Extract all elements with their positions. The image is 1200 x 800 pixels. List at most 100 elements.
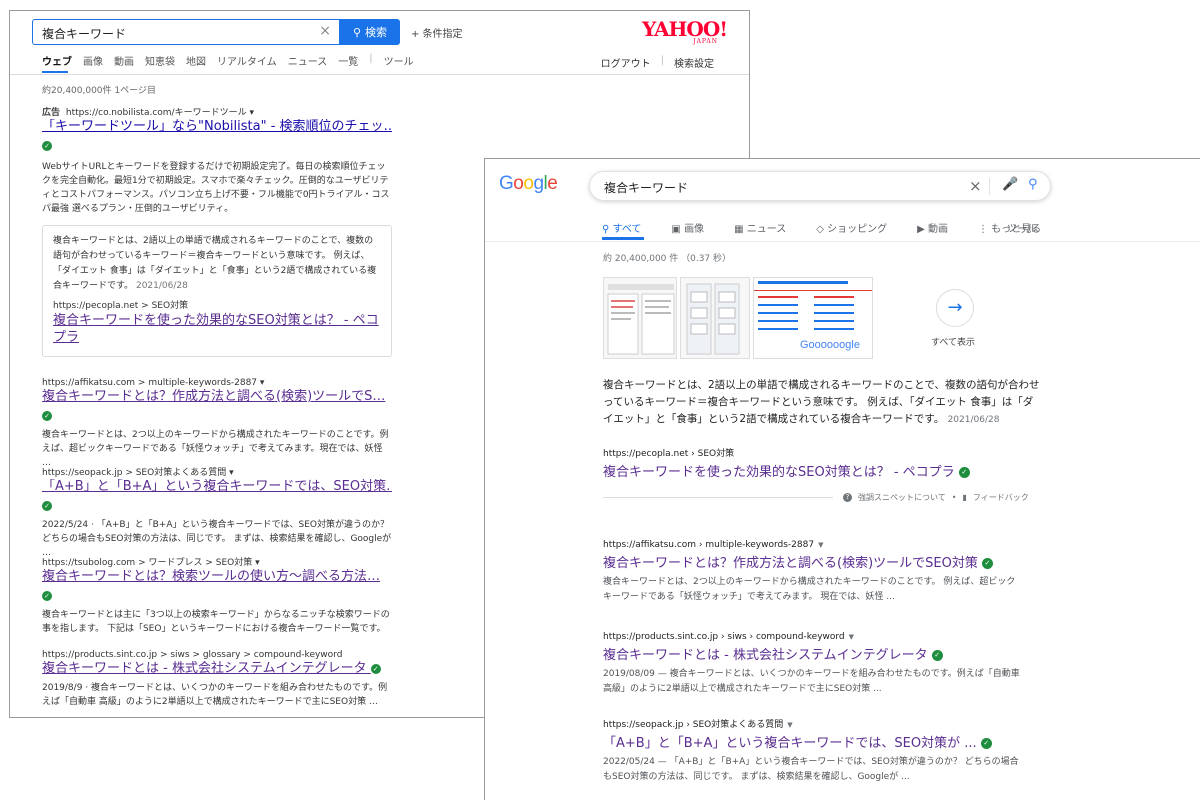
result-description: 複合キーワードとは、2つ以上のキーワードから構成されたキーワードのことです。例え… <box>42 430 389 468</box>
search-settings-link[interactable]: 検索設定 <box>674 55 714 70</box>
verified-check-icon: ✓ <box>370 663 381 674</box>
chevron-down-icon[interactable]: ▼ <box>818 541 823 549</box>
yahoo-search-input[interactable]: 複合キーワード × <box>32 19 340 45</box>
tab-news-label: ニュース <box>746 224 787 235</box>
result-title-link[interactable]: 複合キーワードとは - 株式会社システムインテグレータ ✓ <box>42 661 392 677</box>
result-url[interactable]: https://affikatsu.com > multiple-keyword… <box>42 377 392 389</box>
ad-label: 広告 <box>42 108 61 118</box>
snippet-title-text: 複合キーワードを使った効果的なSEO対策とは？ - ペコプラ <box>603 465 955 480</box>
tab-news[interactable]: ニュース <box>288 53 328 69</box>
header-divider <box>10 74 749 75</box>
tab-video[interactable]: 動画 <box>114 53 134 69</box>
google-search-value: 複合キーワード <box>604 181 689 195</box>
nav-separator: | <box>660 55 664 66</box>
result-url[interactable]: https://seopack.jp › SEO対策よくある質問 ▼ <box>603 719 1023 731</box>
result-title-link[interactable]: 「A+B」と「B+A」という複合キーワードでは、SEO対策が ... ✓ <box>603 735 1023 753</box>
tools-button[interactable]: ツール <box>1007 220 1037 235</box>
result-url[interactable]: https://seopack.jp > SEO対策よくある質問 ▾ <box>42 467 392 479</box>
result-title-link[interactable]: 「キーワードツール」なら"Nobilista" - 検索順位のチェッ… <box>42 119 392 135</box>
verified-check-icon: ✓ <box>42 135 392 154</box>
thumbnail-graphic <box>686 283 740 355</box>
feedback-link[interactable]: フィードバック <box>973 492 1029 503</box>
about-snippet-link[interactable]: 強調スニペットについて <box>858 492 946 503</box>
search-result: https://seopack.jp > SEO対策よくある質問 ▾ 「A+B」… <box>42 467 392 560</box>
clear-icon[interactable]: × <box>319 23 331 39</box>
search-result: https://products.sint.co.jp > siws > glo… <box>42 649 392 709</box>
result-url-text: https://seopack.jp › SEO対策よくある質問 <box>603 720 784 730</box>
yahoo-japan-logo[interactable]: YAHOO! JAPAN <box>642 19 728 47</box>
chevron-down-icon[interactable]: ▼ <box>787 721 792 729</box>
search-conditions-link[interactable]: + 条件指定 <box>411 25 463 40</box>
search-icon[interactable]: ⚲ <box>1028 177 1038 192</box>
dot-separator: • <box>951 493 957 502</box>
feedback-icon: ▮ <box>962 493 967 502</box>
result-title-text: 複合キーワードとは - 株式会社システムインテグレータ <box>603 648 928 663</box>
verified-check-icon: ✓ <box>42 585 392 604</box>
search-result: https://tsubolog.com > ワードプレス > SEO対策 ▾ … <box>42 557 392 636</box>
tab-shopping[interactable]: ◇ ショッピング <box>816 220 902 235</box>
tab-realtime[interactable]: リアルタイム <box>217 53 277 69</box>
snippet-date: 2021/06/28 <box>947 415 1000 425</box>
result-title-link[interactable]: 複合キーワードとは？検索ツールの使い方〜調べる方法… <box>42 569 392 585</box>
search-result: https://affikatsu.com > multiple-keyword… <box>42 377 392 470</box>
tab-images[interactable]: 画像 <box>83 53 103 69</box>
result-url[interactable]: https://products.sint.co.jp > siws > glo… <box>42 649 392 661</box>
tab-shopping-label: ショッピング <box>827 224 888 235</box>
google-search-input[interactable]: 複合キーワード × 🎤 ⚲ <box>589 171 1051 201</box>
header-divider <box>485 241 1200 242</box>
ad-url[interactable]: https://co.nobilista.com/キーワードツール ▾ <box>66 108 254 118</box>
result-url[interactable]: https://tsubolog.com > ワードプレス > SEO対策 ▾ <box>42 557 392 569</box>
tab-web[interactable]: ウェブ <box>42 53 72 69</box>
result-url-text: https://products.sint.co.jp › siws › com… <box>603 632 845 642</box>
clear-icon[interactable]: × <box>969 177 982 195</box>
result-title-text: 「A+B」と「B+A」という複合キーワードでは、SEO対策が ... <box>603 736 977 751</box>
snippet-date: 2021/06/28 <box>135 281 188 291</box>
result-title-link[interactable]: 複合キーワードとは - 株式会社システムインテグレータ ✓ <box>603 647 1023 665</box>
result-title-link[interactable]: 複合キーワードとは？作成方法と調べる(検索)ツールでS… <box>42 389 392 405</box>
result-count: 約 20,400,000 件 （0.37 秒） <box>603 254 732 264</box>
image-thumbnail[interactable] <box>603 277 677 359</box>
result-title-link[interactable]: 「A+B」と「B+A」という複合キーワードでは、SEO対策… <box>42 479 392 495</box>
google-search-nav: ⚲ すべて ▣ 画像 ▦ ニュース ◇ ショッピング ▶ 動画 ⋮ もっと見る <box>602 220 1071 235</box>
snippet-title-link[interactable]: 複合キーワードを使った効果的なSEO対策とは？ - ペコプラ <box>53 312 381 346</box>
google-logo[interactable]: Google <box>499 173 558 195</box>
see-all-images-link[interactable]: すべて表示 <box>931 335 975 348</box>
thumbnail-graphic <box>607 284 675 355</box>
verified-check-icon: ✓ <box>980 738 992 749</box>
result-url[interactable]: https://products.sint.co.jp › siws › com… <box>603 631 1023 643</box>
result-title-text: 複合キーワードとは - 株式会社システムインテグレータ <box>42 661 367 676</box>
divider <box>603 497 833 498</box>
result-url[interactable]: https://affikatsu.com › multiple-keyword… <box>603 539 1023 551</box>
result-count: 約20,400,000件 1ページ目 <box>42 86 156 96</box>
search-icon: ⚲ <box>352 25 362 39</box>
result-url: 広告 https://co.nobilista.com/キーワードツール ▾ <box>42 107 392 119</box>
tab-list[interactable]: 一覧 <box>338 53 358 69</box>
microphone-icon[interactable]: 🎤 <box>1002 177 1018 192</box>
image-thumbnail[interactable] <box>680 277 750 359</box>
tab-tools[interactable]: ツール <box>384 53 414 69</box>
snippet-url[interactable]: https://pecopla.net > SEO対策 <box>53 300 381 312</box>
snippet-title-link[interactable]: 複合キーワードを使った効果的なSEO対策とは？ - ペコプラ ✓ <box>603 461 970 480</box>
tab-images[interactable]: ▣ 画像 <box>671 220 719 235</box>
chevron-down-icon[interactable]: ▼ <box>849 633 854 641</box>
arrow-right-icon[interactable]: → <box>936 289 974 327</box>
verified-check-icon: ✓ <box>42 405 392 424</box>
tab-chiebukuro[interactable]: 知恵袋 <box>145 53 175 69</box>
result-description: 2019/8/9 · 複合キーワードとは、いくつかのキーワードを組み合わせたもの… <box>42 683 388 707</box>
tab-all-label: すべて <box>612 224 642 235</box>
thumbnail-graphic: Goooooogle <box>754 278 872 351</box>
tab-video[interactable]: ▶ 動画 <box>917 220 963 235</box>
tab-map[interactable]: 地図 <box>186 53 206 69</box>
tab-all[interactable]: ⚲ すべて <box>602 220 656 235</box>
snippet-url[interactable]: https://pecopla.net › SEO対策 <box>603 446 734 459</box>
verified-check-icon: ✓ <box>981 558 993 569</box>
result-description: 2019/08/09 — 複合キーワードとは、いくつかのキーワードを組み合わせた… <box>603 669 1020 694</box>
tab-video-label: 動画 <box>927 224 948 235</box>
tab-news[interactable]: ▦ ニュース <box>734 220 801 235</box>
image-thumbnail[interactable]: Goooooogle <box>753 277 873 359</box>
result-title-link[interactable]: 複合キーワードとは？作成方法と調べる(検索)ツールでSEO対策 ✓ <box>603 555 1023 573</box>
snippet-body: 複合キーワードとは、2語以上の単語で構成されるキーワードのことで、複数の語句が合… <box>53 236 377 291</box>
logout-link[interactable]: ログアウト <box>601 55 651 70</box>
result-description: 複合キーワードとは主に「3つ以上の検索キーワード」からなるニッチな検索ワードの事… <box>42 610 390 634</box>
yahoo-search-button[interactable]: ⚲ 検索 <box>340 19 400 45</box>
